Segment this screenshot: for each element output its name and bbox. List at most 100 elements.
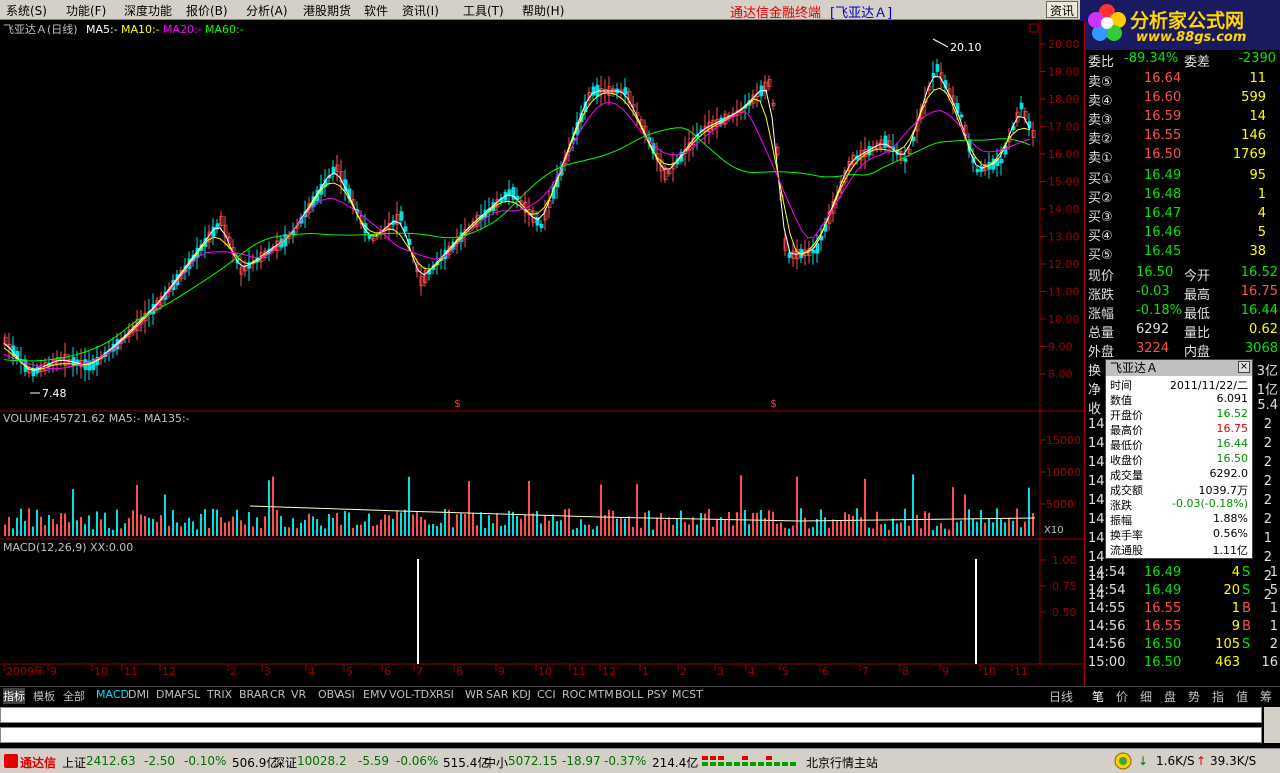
volume-bar xyxy=(264,516,266,536)
volume-bar xyxy=(564,509,566,536)
tab-indicator[interactable]: PSY xyxy=(647,688,667,701)
volume-y-tick: 10000 xyxy=(1046,466,1081,479)
tab-indicator[interactable]: ASI xyxy=(337,688,355,701)
macd-y-tick: 0.75 xyxy=(1052,580,1077,593)
chart-area[interactable]: 飞亚达Ａ(日线) MA5:- MA10:- MA20:- MA60:- 20.0… xyxy=(0,21,1085,688)
candle-body xyxy=(959,114,964,118)
volume-y-tick: 5000 xyxy=(1046,498,1074,511)
time-axis-label: 12 xyxy=(602,665,616,678)
server-station[interactable]: 北京行情主站 xyxy=(806,754,878,771)
tab-daily[interactable]: 日线 xyxy=(1049,688,1073,705)
info-button[interactable]: 资讯 xyxy=(1046,1,1079,18)
volume-bar xyxy=(44,525,46,536)
tab-indicator[interactable]: BRAR xyxy=(239,688,269,701)
time-axis-label: 5 xyxy=(346,665,353,678)
tab-indicator[interactable]: FSL xyxy=(181,688,200,701)
volume-bar xyxy=(148,517,150,536)
tab-indicator[interactable]: CR xyxy=(270,688,285,701)
menu-news[interactable]: 资讯(I) xyxy=(402,2,439,19)
menu-software[interactable]: 软件 xyxy=(364,2,388,19)
tab-indicator[interactable]: DMI xyxy=(128,688,149,701)
right-tab[interactable]: 盘 xyxy=(1164,688,1176,705)
ma60-line xyxy=(3,127,1031,362)
volume-bar xyxy=(460,513,462,536)
right-tab[interactable]: 细 xyxy=(1140,688,1152,705)
volume-bar xyxy=(876,511,878,536)
ma20-label: MA20:- xyxy=(163,23,202,36)
tab-indicator[interactable]: 模板 xyxy=(33,688,55,704)
right-tab[interactable]: 指 xyxy=(1212,688,1224,705)
tab-indicator[interactable]: RSI xyxy=(436,688,454,701)
volume-bar xyxy=(636,484,638,536)
volume-bar xyxy=(704,513,706,536)
tab-indicator[interactable]: VR xyxy=(291,688,306,701)
tab-indicator[interactable]: DMA xyxy=(156,688,182,701)
menu-function[interactable]: 功能(F) xyxy=(66,2,106,19)
scrollbar[interactable] xyxy=(1264,707,1280,743)
kline-y-tick: 15.00 xyxy=(1048,176,1080,189)
tab-indicator[interactable]: MACD xyxy=(96,688,129,701)
data-popup[interactable]: 飞亚达Ａ × 时间 2011/11/22/二 数值 6.091 开盘价 16.52 最高价 1… xyxy=(1105,359,1253,559)
tab-indicator[interactable]: MTM xyxy=(588,688,614,701)
volume-bar xyxy=(584,524,586,536)
time-axis-label: 10 xyxy=(982,665,996,678)
tab-indicator[interactable]: 指标 xyxy=(3,688,25,704)
volume-bar xyxy=(412,514,414,536)
menu-hk-futures[interactable]: 港股期货 xyxy=(303,2,351,19)
right-tab[interactable]: 筹 xyxy=(1260,688,1272,705)
volume-bar xyxy=(696,524,698,536)
tab-indicator[interactable]: SAR xyxy=(486,688,508,701)
volume-bar xyxy=(488,515,490,536)
tab-indicator[interactable]: EMV xyxy=(363,688,387,701)
time-axis-label: 3 xyxy=(264,665,271,678)
menu-help[interactable]: 帮助(H) xyxy=(522,2,564,19)
volume-bar xyxy=(256,517,258,536)
command-input-1[interactable] xyxy=(0,707,1262,723)
volume-bar xyxy=(416,512,418,536)
volume-bar xyxy=(232,516,234,536)
tab-indicator[interactable]: WR xyxy=(465,688,484,701)
right-tab[interactable]: 笔 xyxy=(1092,688,1104,705)
right-tab[interactable]: 价 xyxy=(1116,688,1128,705)
tab-indicator[interactable]: 全部 xyxy=(63,688,85,704)
close-icon[interactable]: × xyxy=(1238,361,1250,373)
tab-indicator[interactable]: KDJ xyxy=(512,688,531,701)
zx-percent: -0.37% xyxy=(604,754,647,768)
menu-tools[interactable]: 工具(T) xyxy=(463,2,504,19)
menu-deep-function[interactable]: 深度功能 xyxy=(124,2,172,19)
chart-canvas[interactable]: 飞亚达Ａ(日线) MA5:- MA10:- MA20:- MA60:- 20.0… xyxy=(0,21,1085,688)
tab-indicator[interactable]: BOLL xyxy=(615,688,643,701)
tab-indicator[interactable]: CCI xyxy=(537,688,556,701)
volume-bar xyxy=(120,528,122,536)
tab-indicator[interactable]: TRIX xyxy=(207,688,232,701)
sz-change: -5.59 xyxy=(358,754,390,768)
volume-bar xyxy=(152,518,154,536)
menu-analysis[interactable]: 分析(A) xyxy=(246,2,288,19)
menu-quote[interactable]: 报价(B) xyxy=(186,2,228,19)
volume-bar xyxy=(588,524,590,536)
volume-bar xyxy=(964,494,966,536)
volume-bar xyxy=(380,519,382,536)
menu-system[interactable]: 系统(S) xyxy=(6,2,47,19)
popup-title-bar[interactable]: 飞亚达Ａ × xyxy=(1106,360,1252,376)
tab-indicator[interactable]: ROC xyxy=(562,688,586,701)
macd-y-tick: 0.50 xyxy=(1052,606,1077,619)
volume-bar xyxy=(840,519,842,536)
tab-indicator[interactable]: MCST xyxy=(672,688,703,701)
candle-body xyxy=(539,223,544,229)
stat-row: 现价 16.50 今开 16.52 xyxy=(1088,265,1278,284)
candle-body xyxy=(35,367,40,374)
command-input-2[interactable] xyxy=(0,727,1262,743)
volume-bar xyxy=(320,525,322,536)
right-tab[interactable]: 势 xyxy=(1188,688,1200,705)
right-tab[interactable]: 值 xyxy=(1236,688,1248,705)
volume-bar xyxy=(180,526,182,536)
volume-bar xyxy=(468,480,470,536)
volume-bar xyxy=(832,519,834,536)
ask-row: 卖④ 16.60 599 xyxy=(1088,90,1266,109)
commission-row: 委比 -89.34% 委差 -2390 xyxy=(1088,51,1276,70)
upload-rate: 39.3K/S xyxy=(1210,754,1257,768)
volume-bar xyxy=(776,524,778,536)
tab-indicator[interactable]: VOL-TDX xyxy=(389,688,437,701)
volume-bar xyxy=(944,528,946,536)
